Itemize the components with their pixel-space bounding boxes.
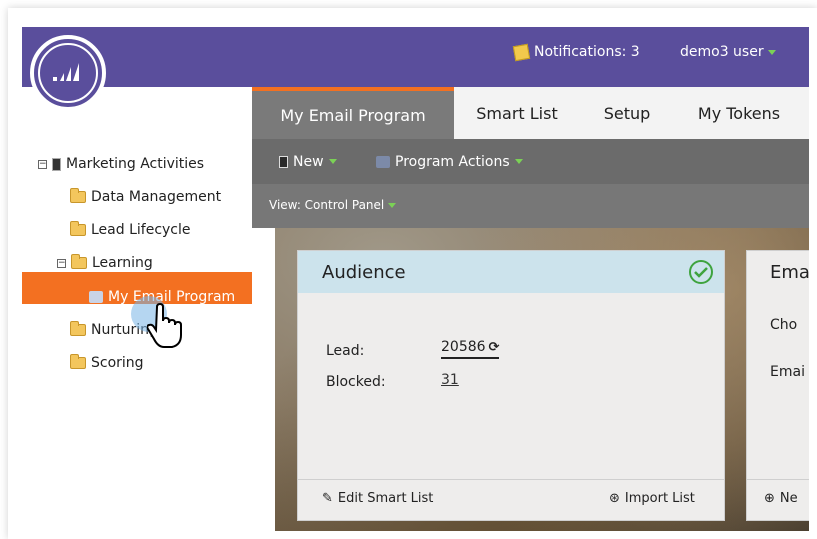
toolbar: New Program Actions bbox=[252, 139, 809, 184]
new-button[interactable]: New bbox=[279, 139, 337, 184]
notifications-link[interactable]: Notifications: 3 bbox=[512, 43, 640, 61]
tree-item-scoring[interactable]: Scoring bbox=[70, 349, 144, 377]
chevron-down-icon bbox=[767, 49, 776, 55]
tab-label: My Email Program bbox=[280, 105, 426, 125]
audience-card: Audience Lead: 20586 ⟳ Blocked: 31 ✎ Edi… bbox=[297, 250, 725, 521]
tab-label: My Tokens bbox=[697, 103, 781, 123]
chevron-down-icon bbox=[388, 202, 397, 208]
logo-mark bbox=[38, 43, 98, 103]
program-icon bbox=[89, 291, 103, 303]
audience-card-header: Audience bbox=[298, 251, 724, 293]
pencil-icon: ✎ bbox=[322, 491, 333, 506]
tree-item-marketing-activities[interactable]: − Marketing Activities bbox=[38, 150, 204, 178]
collapse-icon[interactable]: − bbox=[57, 258, 66, 268]
tab-label: Setup bbox=[603, 103, 651, 123]
email-card-header: Ema bbox=[747, 251, 809, 293]
import-list-label: Import List bbox=[624, 491, 695, 506]
new-email-button[interactable]: ⊕ Ne bbox=[764, 491, 798, 506]
program-icon bbox=[376, 155, 390, 168]
tree-item-learning[interactable]: − Learning bbox=[57, 249, 153, 277]
refresh-icon[interactable]: ⟳ bbox=[489, 340, 500, 355]
import-icon: ⊛ bbox=[609, 491, 620, 506]
tree-label: Learning bbox=[92, 255, 153, 271]
folder-icon bbox=[70, 321, 86, 336]
notepad-icon bbox=[512, 43, 531, 61]
folder-icon bbox=[70, 221, 86, 236]
view-selector[interactable]: View: Control Panel bbox=[269, 198, 397, 212]
view-bar: View: Control Panel bbox=[252, 184, 809, 228]
tab-label: Smart List bbox=[476, 103, 558, 123]
folder-icon bbox=[71, 254, 87, 269]
email-title: Ema bbox=[770, 261, 809, 283]
email-choose-label: Cho bbox=[770, 317, 798, 333]
tree-label: Marketing Activities bbox=[66, 156, 205, 172]
lead-label: Lead: bbox=[326, 343, 365, 359]
edit-smart-list-button[interactable]: ✎ Edit Smart List bbox=[322, 491, 433, 506]
tree-label: Lead Lifecycle bbox=[91, 222, 191, 238]
hand-cursor-icon bbox=[147, 303, 182, 348]
new-email-label: Ne bbox=[779, 491, 798, 506]
folder-icon bbox=[70, 188, 86, 203]
edit-smart-list-label: Edit Smart List bbox=[337, 491, 434, 506]
chevron-down-icon bbox=[328, 159, 337, 164]
collapse-icon[interactable]: − bbox=[38, 159, 47, 169]
marketo-logo[interactable] bbox=[30, 35, 106, 111]
notifications-label: Notifications: 3 bbox=[534, 44, 640, 60]
import-list-button[interactable]: ⊛ Import List bbox=[609, 491, 695, 506]
book-icon bbox=[52, 157, 61, 171]
lead-value: 20586 bbox=[441, 339, 486, 355]
plus-circle-icon: ⊕ bbox=[764, 491, 775, 506]
new-label: New bbox=[293, 153, 324, 170]
tab-my-tokens[interactable]: My Tokens bbox=[674, 87, 804, 139]
program-actions-label: Program Actions bbox=[395, 153, 510, 170]
logo-bars-icon bbox=[53, 63, 79, 81]
program-actions-button[interactable]: Program Actions bbox=[376, 139, 523, 184]
folder-icon bbox=[70, 354, 86, 369]
tree-item-data-management[interactable]: Data Management bbox=[70, 183, 221, 211]
check-circle-icon bbox=[689, 260, 713, 284]
email-card: Ema Cho Emai ⊕ Ne bbox=[746, 250, 809, 521]
user-label: demo3 user bbox=[680, 44, 764, 60]
chevron-down-icon bbox=[514, 159, 523, 164]
email-card-footer: ⊕ Ne bbox=[747, 479, 809, 520]
user-menu[interactable]: demo3 user bbox=[680, 44, 776, 60]
audience-card-footer: ✎ Edit Smart List ⊛ Import List bbox=[298, 479, 724, 520]
blocked-value-link[interactable]: 31 bbox=[441, 372, 459, 388]
view-label: View: Control Panel bbox=[269, 198, 385, 212]
tab-setup[interactable]: Setup bbox=[580, 87, 674, 139]
new-doc-icon bbox=[279, 155, 288, 168]
tab-my-email-program[interactable]: My Email Program bbox=[252, 87, 454, 139]
tab-bar: My Email Program Smart List Setup My Tok… bbox=[252, 87, 809, 139]
email-label: Emai bbox=[770, 364, 805, 380]
tab-smart-list[interactable]: Smart List bbox=[454, 87, 580, 139]
audience-title: Audience bbox=[322, 261, 406, 283]
lead-count-link[interactable]: 20586 ⟳ bbox=[441, 339, 500, 359]
tree-item-lead-lifecycle[interactable]: Lead Lifecycle bbox=[70, 216, 191, 244]
tree-label: Scoring bbox=[91, 355, 144, 371]
tree-label: Data Management bbox=[91, 189, 222, 205]
blocked-label: Blocked: bbox=[326, 374, 386, 390]
